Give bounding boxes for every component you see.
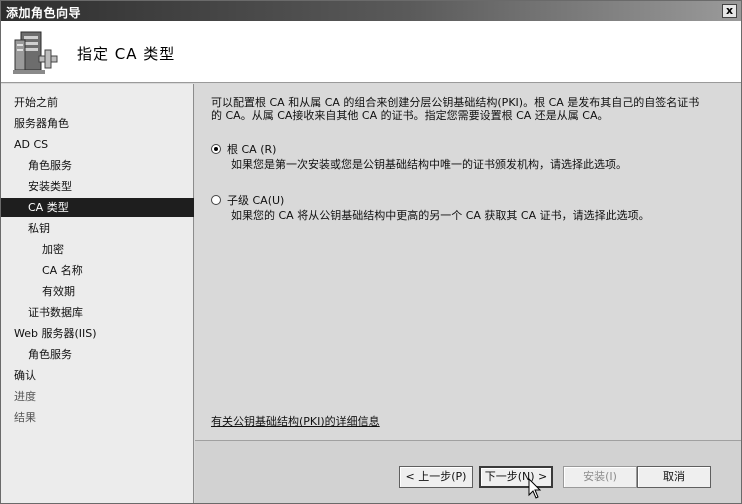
sidebar-item-confirmation[interactable]: 确认 bbox=[1, 366, 194, 385]
root-ca-option[interactable]: 根 CA (R) bbox=[211, 141, 276, 157]
sidebar-item-validity-period[interactable]: 有效期 bbox=[1, 282, 194, 301]
mouse-pointer-icon bbox=[528, 478, 542, 499]
sidebar-item-role-services[interactable]: 角色服务 bbox=[1, 156, 194, 175]
sidebar-item-ca-name[interactable]: CA 名称 bbox=[1, 261, 194, 280]
sidebar-item-certificate-database[interactable]: 证书数据库 bbox=[1, 303, 194, 322]
install-button: 安装(I) bbox=[563, 466, 637, 488]
root-ca-description: 如果您是第一次安装或您是公钥基础结构中唯一的证书颁发机构，请选择此选项。 bbox=[231, 158, 627, 171]
wizard-header: 指定 CA 类型 bbox=[1, 21, 741, 83]
description-line-1: 可以配置根 CA 和从属 CA 的组合来创建分层公钥基础结构(PKI)。根 CA… bbox=[211, 96, 700, 109]
subordinate-ca-radio[interactable] bbox=[211, 195, 221, 205]
back-button[interactable]: < 上一步(P) bbox=[399, 466, 473, 488]
subordinate-ca-option[interactable]: 子级 CA(U) bbox=[211, 192, 284, 208]
sidebar-item-before-you-begin[interactable]: 开始之前 bbox=[1, 93, 194, 112]
sidebar-item-private-key[interactable]: 私钥 bbox=[1, 219, 194, 238]
subordinate-ca-label[interactable]: 子级 CA(U) bbox=[227, 192, 284, 208]
sidebar-item-ca-type[interactable]: CA 类型 bbox=[1, 198, 194, 217]
window-title: 添加角色向导 bbox=[6, 6, 82, 20]
pki-info-link[interactable]: 有关公钥基础结构(PKI)的详细信息 bbox=[211, 413, 380, 429]
ca-type-description: 可以配置根 CA 和从属 CA 的组合来创建分层公钥基础结构(PKI)。根 CA… bbox=[211, 96, 731, 122]
sidebar-item-cryptography[interactable]: 加密 bbox=[1, 240, 194, 259]
sidebar-item-web-server-iis[interactable]: Web 服务器(IIS) bbox=[1, 324, 194, 343]
sidebar-item-setup-type[interactable]: 安装类型 bbox=[1, 177, 194, 196]
title-bar[interactable]: 添加角色向导 x bbox=[1, 1, 741, 21]
ca-type-content-pane: 可以配置根 CA 和从属 CA 的组合来创建分层公钥基础结构(PKI)。根 CA… bbox=[195, 84, 741, 440]
sidebar-item-results: 结果 bbox=[14, 411, 36, 424]
close-icon: x bbox=[725, 4, 734, 17]
page-title: 指定 CA 类型 bbox=[77, 45, 176, 63]
root-ca-label[interactable]: 根 CA (R) bbox=[227, 141, 276, 157]
cancel-button[interactable]: 取消 bbox=[637, 466, 711, 488]
add-roles-wizard-window: 添加角色向导 x 指定 CA 类型 开始之前 服务器角色 AD CS 角色服务 … bbox=[0, 0, 742, 504]
subordinate-ca-description: 如果您的 CA 将从公钥基础结构中更高的另一个 CA 获取其 CA 证书，请选择… bbox=[231, 209, 650, 222]
sidebar-item-progress: 进度 bbox=[14, 390, 36, 403]
root-ca-radio[interactable] bbox=[211, 144, 221, 154]
wizard-steps-sidebar: 开始之前 服务器角色 AD CS 角色服务 安装类型 CA 类型 私钥 加密 C… bbox=[1, 84, 194, 503]
description-line-2: 的 CA。从属 CA接收来自其他 CA 的证书。指定您需要设置根 CA 还是从属… bbox=[211, 109, 609, 122]
wizard-button-bar: < 上一步(P) 下一步(N) > 安装(I) 取消 bbox=[195, 440, 741, 503]
sidebar-item-ad-cs[interactable]: AD CS bbox=[1, 135, 194, 154]
close-button[interactable]: x bbox=[722, 4, 737, 18]
sidebar-item-server-roles[interactable]: 服务器角色 bbox=[1, 114, 194, 133]
server-role-wizard-icon bbox=[13, 31, 58, 74]
sidebar-item-iis-role-services[interactable]: 角色服务 bbox=[1, 345, 194, 364]
